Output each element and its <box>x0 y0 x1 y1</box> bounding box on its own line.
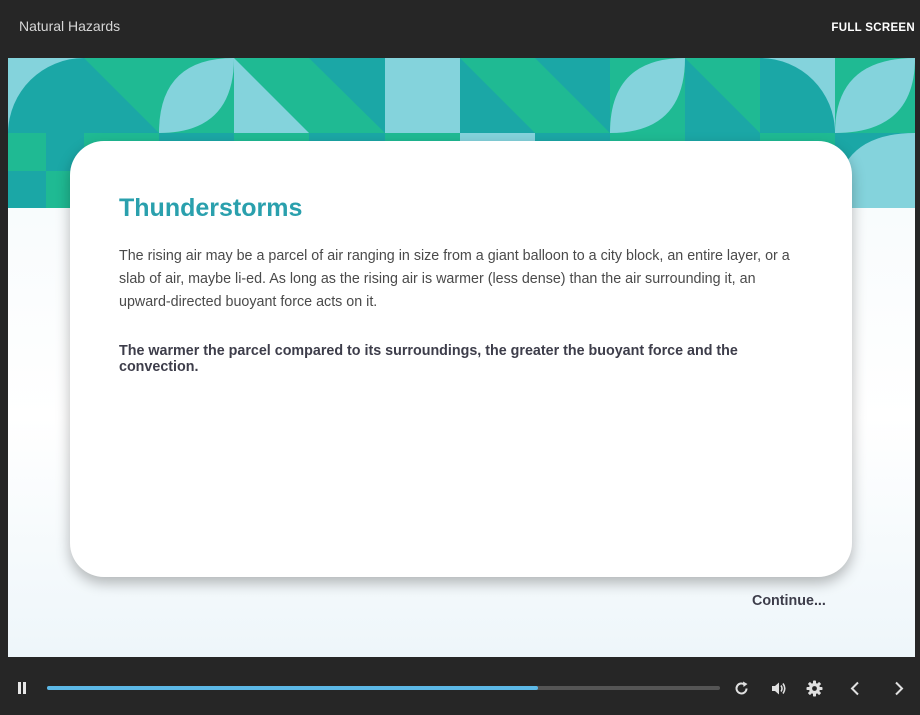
settings-icon[interactable] <box>806 680 823 697</box>
replay-icon[interactable] <box>733 680 750 697</box>
previous-icon[interactable] <box>847 680 864 697</box>
slide-body-text: The rising air may be a parcel of air ra… <box>119 248 790 310</box>
slide-stage: Thunderstorms The rising air may be a pa… <box>8 58 915 657</box>
next-icon[interactable] <box>890 680 907 697</box>
progress-bar[interactable] <box>47 686 720 690</box>
pause-icon[interactable] <box>17 682 27 694</box>
progress-fill <box>47 686 539 690</box>
top-bar: Natural Hazards FULL SCREEN <box>0 0 920 58</box>
fullscreen-button[interactable]: FULL SCREEN <box>831 22 915 34</box>
slide-title: Thunderstorms <box>119 194 303 222</box>
volume-icon[interactable] <box>771 680 788 697</box>
player-controls <box>0 657 920 715</box>
slide-emphasis-text: The warmer the parcel compared to its su… <box>119 343 738 375</box>
content-card: Thunderstorms The rising air may be a pa… <box>70 141 852 577</box>
continue-link[interactable]: Continue... <box>752 593 826 609</box>
course-title: Natural Hazards <box>19 18 121 34</box>
